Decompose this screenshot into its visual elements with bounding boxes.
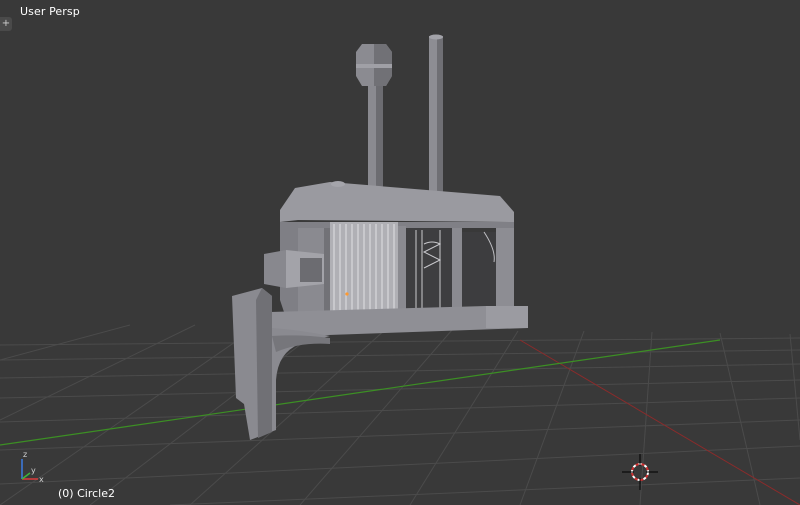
mesh-object[interactable] — [232, 34, 528, 441]
floor-grid — [0, 324, 800, 505]
viewport-scene[interactable] — [0, 0, 800, 505]
active-object-info: (0) Circle2 — [58, 487, 115, 500]
view-name-label: User Persp — [20, 5, 80, 18]
xyz-axis-icon: z y x — [21, 450, 44, 484]
3d-viewport[interactable]: + User Persp z y x (0) Circle2 — [0, 0, 800, 505]
housing-top — [280, 182, 514, 222]
origin-point — [345, 292, 349, 296]
3d-cursor-icon[interactable] — [620, 452, 660, 492]
svg-text:x: x — [39, 475, 44, 484]
svg-text:z: z — [23, 450, 27, 459]
frame-interior — [406, 228, 452, 312]
toolshelf-toggle-button[interactable]: + — [0, 17, 12, 31]
plus-icon: + — [1, 18, 11, 29]
svg-text:y: y — [31, 466, 36, 475]
